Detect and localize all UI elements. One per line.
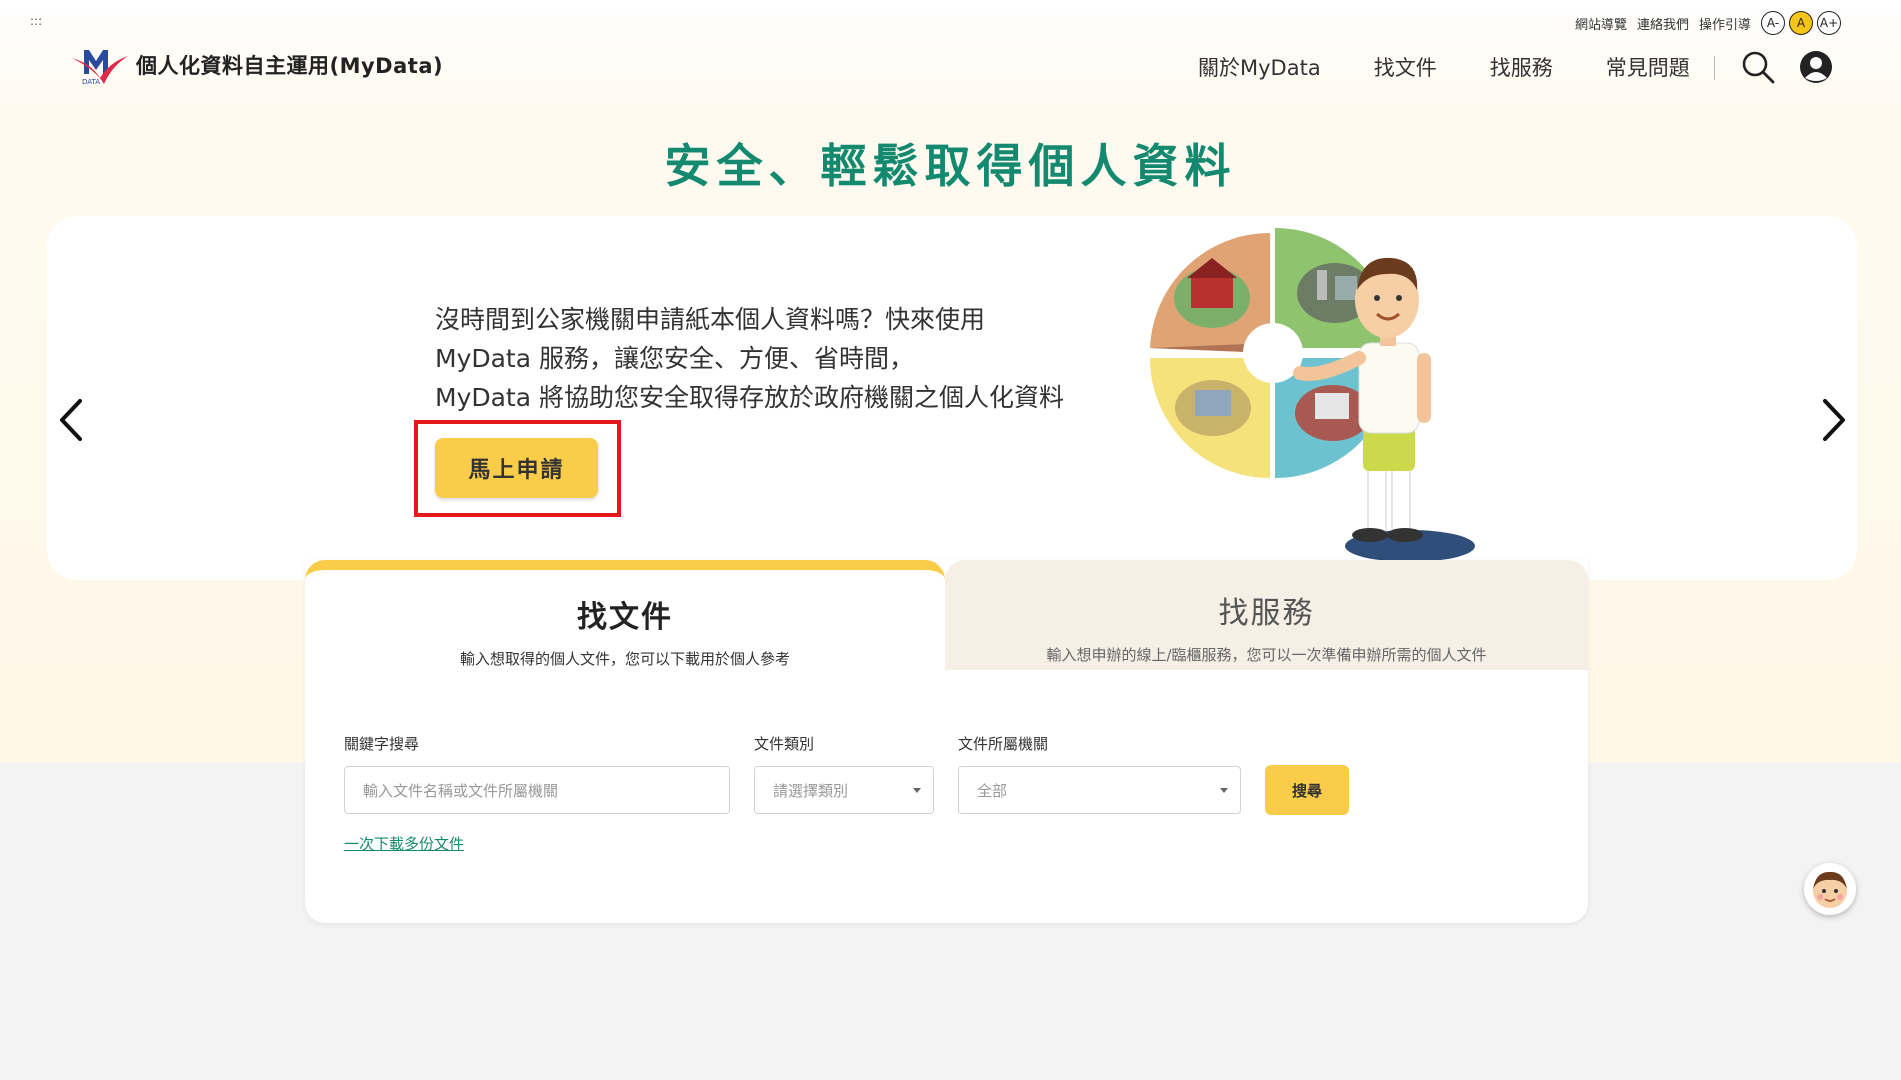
nav-about[interactable]: 關於MyData <box>1198 52 1321 82</box>
contact-link[interactable]: 連絡我們 <box>1637 14 1689 33</box>
user-icon[interactable] <box>1799 50 1833 84</box>
keyword-search-input[interactable]: 輸入文件名稱或文件所屬機關 <box>344 766 730 814</box>
nav-divider <box>1714 56 1715 80</box>
carousel-line: MyData 將協助您安全取得存放於政府機關之個人化資料 <box>435 383 1065 412</box>
sitemap-link[interactable]: 網站導覽 <box>1575 14 1627 33</box>
keyword-placeholder: 輸入文件名稱或文件所屬機關 <box>363 781 559 800</box>
guide-link[interactable]: 操作引導 <box>1699 14 1751 33</box>
chatbot-face-icon <box>1813 871 1847 908</box>
nav-find-docs[interactable]: 找文件 <box>1374 52 1437 82</box>
search-button[interactable]: 搜尋 <box>1265 765 1349 815</box>
multi-download-link[interactable]: 一次下載多份文件 <box>344 833 464 854</box>
font-size-medium-button[interactable]: A <box>1789 11 1813 35</box>
category-select-value: 請選擇類別 <box>773 781 849 800</box>
site-logo[interactable]: DATA 個人化資料自主運用(MyData) <box>70 44 443 86</box>
carousel-line: MyData 服務，讓您安全、方便、省時間， <box>435 344 915 373</box>
font-size-large-button[interactable]: A+ <box>1817 11 1841 35</box>
chevron-left-icon[interactable] <box>54 395 94 445</box>
tab-description: 輸入想取得的個人文件，您可以下載用於個人參考 <box>459 650 790 668</box>
mydata-illustration <box>1150 228 1475 562</box>
carousel-text: 沒時間到公家機關申請紙本個人資料嗎？快來使用 MyData 服務，讓您安全、方便… <box>435 300 1064 417</box>
utility-bar: 網站導覽 連絡我們 操作引導 A- A A+ <box>1575 11 1841 35</box>
chatbot-avatar-button[interactable] <box>1804 863 1856 915</box>
font-size-switcher: A- A A+ <box>1761 11 1841 35</box>
agency-select[interactable]: 全部 <box>958 766 1241 814</box>
category-label: 文件類別 <box>754 735 815 753</box>
carousel-line: 沒時間到公家機關申請紙本個人資料嗎？快來使用 <box>435 305 986 334</box>
tab-description: 輸入想申辦的線上/臨櫃服務，您可以一次準備申辦所需的個人文件 <box>1046 646 1487 664</box>
apply-now-button[interactable]: 馬上申請 <box>435 438 598 498</box>
tab-find-docs[interactable]: 找文件 輸入想取得的個人文件，您可以下載用於個人參考 <box>305 560 945 670</box>
tab-title: 找文件 <box>577 600 673 635</box>
font-size-small-button[interactable]: A- <box>1761 11 1785 35</box>
mydata-logo-icon: DATA <box>72 50 128 86</box>
site-name: 個人化資料自主運用(MyData) <box>136 54 444 78</box>
agency-label: 文件所屬機關 <box>958 735 1049 753</box>
main-nav: 關於MyData 找文件 找服務 常見問題 <box>1198 52 1690 82</box>
nav-find-services[interactable]: 找服務 <box>1490 52 1553 82</box>
skip-link[interactable]: ::: <box>30 14 42 28</box>
tab-title: 找服務 <box>1218 596 1315 631</box>
caret-down-icon <box>1220 788 1228 793</box>
chevron-right-icon[interactable] <box>1811 395 1851 445</box>
keyword-label: 關鍵字搜尋 <box>344 735 420 753</box>
tab-find-services[interactable]: 找服務 輸入想申辦的線上/臨櫃服務，您可以一次準備申辦所需的個人文件 <box>945 560 1588 670</box>
logo-mark-text: DATA <box>82 78 100 86</box>
caret-down-icon <box>913 788 921 793</box>
agency-select-value: 全部 <box>977 781 1008 800</box>
nav-faq[interactable]: 常見問題 <box>1606 52 1690 82</box>
page-headline: 安全、輕鬆取得個人資料 <box>664 139 1237 193</box>
search-icon[interactable] <box>1741 50 1775 84</box>
category-select[interactable]: 請選擇類別 <box>754 766 934 814</box>
